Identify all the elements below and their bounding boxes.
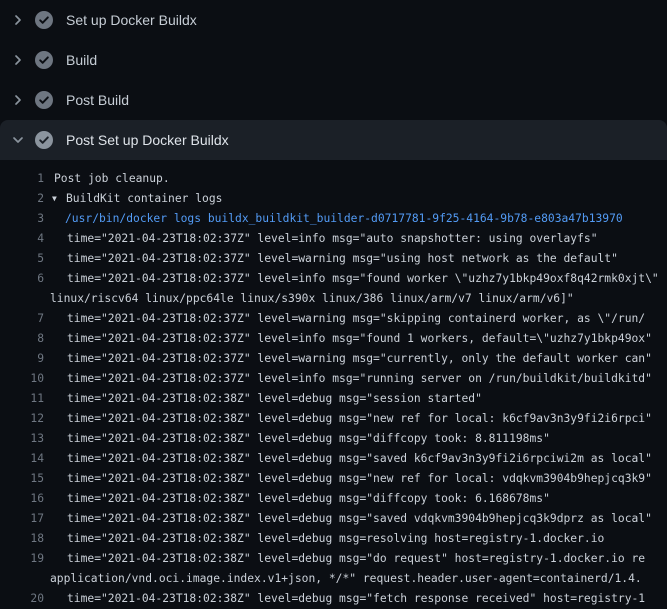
log-line[interactable]: 17 time="2021-04-23T18:02:38Z" level=deb… [0,509,667,529]
check-icon [35,11,53,29]
log-text: time="2021-04-23T18:02:38Z" level=debug … [44,549,645,569]
line-number[interactable]: 12 [0,409,44,429]
log-text: Post job cleanup. [44,169,170,189]
log-text: time="2021-04-23T18:02:37Z" level=info m… [44,369,652,389]
log-line[interactable]: 15 time="2021-04-23T18:02:38Z" level=deb… [0,469,667,489]
line-number[interactable]: 18 [0,529,44,549]
log-line-wrapped[interactable]: linux/riscv64 linux/ppc64le linux/s390x … [0,289,667,309]
log-group-header[interactable]: 2 ▼ BuildKit container logs [0,189,667,209]
actions-log-viewer: Set up Docker Buildx Build Post Build Po… [0,0,667,609]
line-number[interactable]: 2 [0,189,44,209]
line-number[interactable]: 20 [0,589,44,609]
line-number[interactable]: 15 [0,469,44,489]
log-text: time="2021-04-23T18:02:37Z" level=info m… [44,269,659,289]
line-number[interactable]: 17 [0,509,44,529]
line-number[interactable]: 16 [0,489,44,509]
line-number[interactable]: 5 [0,249,44,269]
check-icon [35,51,53,69]
line-number[interactable]: 6 [0,269,44,289]
log-line[interactable]: 20 time="2021-04-23T18:02:38Z" level=deb… [0,589,667,609]
check-icon [35,91,53,109]
log-line[interactable]: 4 time="2021-04-23T18:02:37Z" level=info… [0,229,667,249]
log-text: time="2021-04-23T18:02:38Z" level=debug … [44,509,652,529]
group-collapse-triangle-icon[interactable]: ▼ [52,189,66,209]
log-output: 1 Post job cleanup. 2 ▼ BuildKit contain… [0,160,667,609]
log-line-wrapped[interactable]: application/vnd.oci.image.index.v1+json,… [0,569,667,589]
log-text: application/vnd.oci.image.index.v1+json,… [44,569,642,589]
log-text: time="2021-04-23T18:02:38Z" level=debug … [44,489,550,509]
step-label: Post Build [66,92,129,108]
log-text: time="2021-04-23T18:02:38Z" level=debug … [44,429,550,449]
log-text: time="2021-04-23T18:02:38Z" level=debug … [44,589,645,609]
log-text: time="2021-04-23T18:02:38Z" level=debug … [44,449,652,469]
log-text: time="2021-04-23T18:02:38Z" level=debug … [44,389,482,409]
line-number[interactable]: 3 [0,209,44,229]
line-number[interactable]: 9 [0,349,44,369]
line-number[interactable]: 14 [0,449,44,469]
log-line[interactable]: 18 time="2021-04-23T18:02:38Z" level=deb… [0,529,667,549]
chevron-right-icon[interactable] [10,12,26,28]
log-line[interactable]: 14 time="2021-04-23T18:02:38Z" level=deb… [0,449,667,469]
log-text: time="2021-04-23T18:02:38Z" level=debug … [44,469,652,489]
chevron-right-icon[interactable] [10,92,26,108]
log-line[interactable]: 5 time="2021-04-23T18:02:37Z" level=warn… [0,249,667,269]
log-text: time="2021-04-23T18:02:37Z" level=warnin… [44,349,652,369]
step-header-post-setup-docker-buildx[interactable]: Post Set up Docker Buildx [0,120,667,160]
step-label: Build [66,52,97,68]
log-line[interactable]: 12 time="2021-04-23T18:02:38Z" level=deb… [0,409,667,429]
line-number[interactable]: 8 [0,329,44,349]
step-header-post-build[interactable]: Post Build [0,80,667,120]
log-line[interactable]: 9 time="2021-04-23T18:02:37Z" level=warn… [0,349,667,369]
log-text: time="2021-04-23T18:02:37Z" level=info m… [44,329,652,349]
log-line[interactable]: 7 time="2021-04-23T18:02:37Z" level=warn… [0,309,667,329]
log-group-title: BuildKit container logs [66,189,222,209]
check-icon [35,131,53,149]
log-line[interactable]: 1 Post job cleanup. [0,169,667,189]
log-line[interactable]: 11 time="2021-04-23T18:02:38Z" level=deb… [0,389,667,409]
log-text: time="2021-04-23T18:02:37Z" level=warnin… [44,249,618,269]
line-number[interactable]: 13 [0,429,44,449]
log-line[interactable]: 16 time="2021-04-23T18:02:38Z" level=deb… [0,489,667,509]
log-line[interactable]: 10 time="2021-04-23T18:02:37Z" level=inf… [0,369,667,389]
step-label: Post Set up Docker Buildx [66,132,229,148]
step-header-build[interactable]: Build [0,40,667,80]
log-line[interactable]: 8 time="2021-04-23T18:02:37Z" level=info… [0,329,667,349]
log-line[interactable]: 6 time="2021-04-23T18:02:37Z" level=info… [0,269,667,289]
line-number[interactable]: 7 [0,309,44,329]
step-label: Set up Docker Buildx [66,12,197,28]
chevron-down-icon[interactable] [10,132,26,148]
log-text: time="2021-04-23T18:02:38Z" level=debug … [44,529,604,549]
line-number[interactable]: 1 [0,169,44,189]
line-number[interactable]: 10 [0,369,44,389]
line-number [0,569,44,589]
log-text: time="2021-04-23T18:02:37Z" level=warnin… [44,309,645,329]
log-command-line[interactable]: 3 /usr/bin/docker logs buildx_buildkit_b… [0,209,667,229]
line-number[interactable]: 19 [0,549,44,569]
log-line[interactable]: 13 time="2021-04-23T18:02:38Z" level=deb… [0,429,667,449]
log-command-text: /usr/bin/docker logs buildx_buildkit_bui… [44,209,623,229]
line-number[interactable]: 4 [0,229,44,249]
log-text: time="2021-04-23T18:02:38Z" level=debug … [44,409,652,429]
log-line[interactable]: 19 time="2021-04-23T18:02:38Z" level=deb… [0,549,667,569]
step-header-setup-docker-buildx[interactable]: Set up Docker Buildx [0,0,667,40]
line-number[interactable]: 11 [0,389,44,409]
log-text: time="2021-04-23T18:02:37Z" level=info m… [44,229,598,249]
chevron-right-icon[interactable] [10,52,26,68]
log-text: linux/riscv64 linux/ppc64le linux/s390x … [44,289,574,309]
line-number [0,289,44,309]
